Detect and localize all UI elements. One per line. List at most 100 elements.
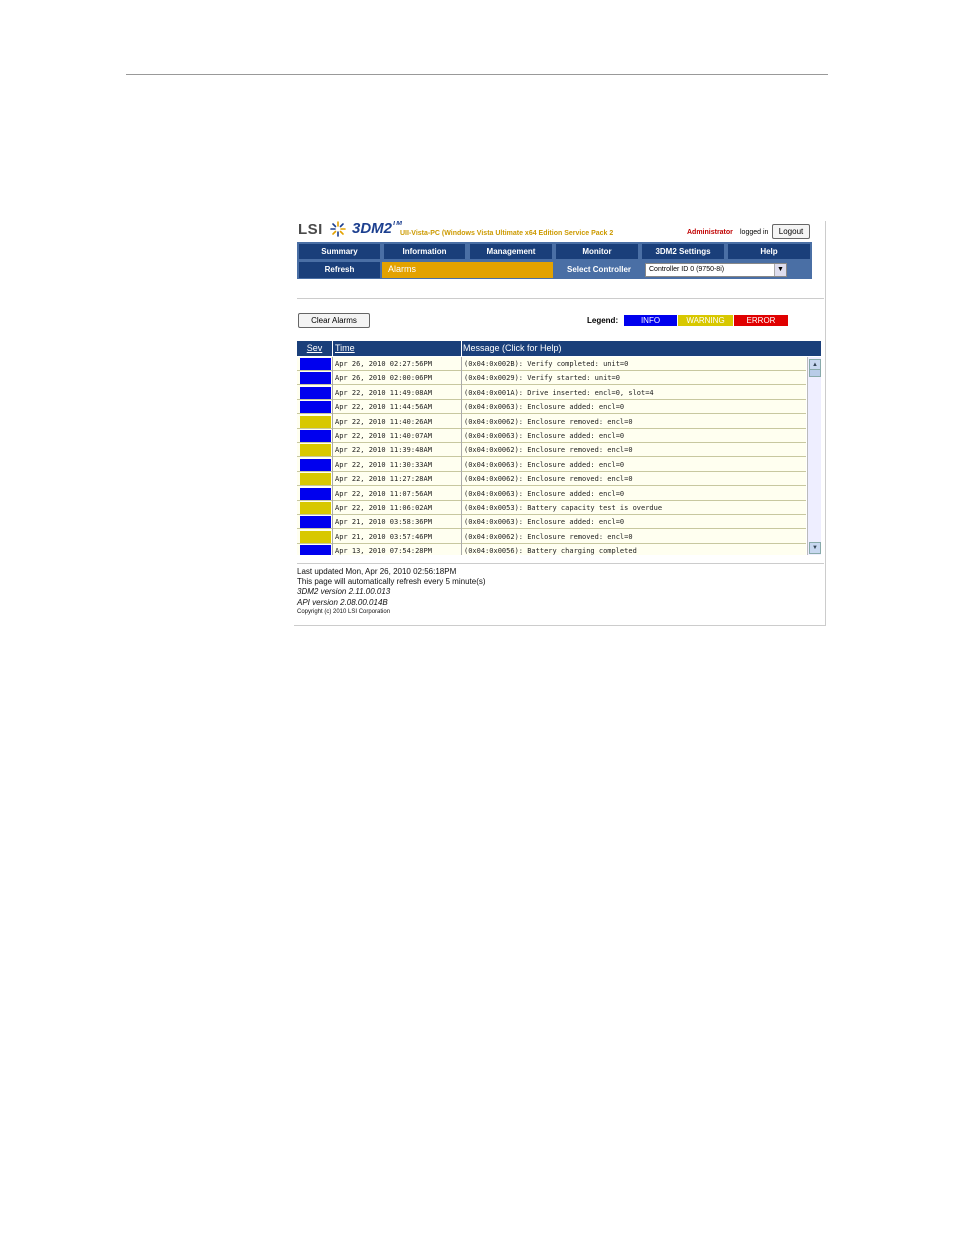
- refresh-button[interactable]: Refresh: [299, 262, 380, 278]
- scroll-thumb[interactable]: [809, 369, 821, 377]
- alarm-time: Apr 22, 2010 11:30:33AM: [335, 460, 432, 469]
- alarm-message-link[interactable]: (0x04:0x0062): Enclosure removed: encl=0: [464, 530, 633, 544]
- severity-indicator: [300, 444, 331, 457]
- alarm-message-link[interactable]: (0x04:0x0029): Verify started: unit=0: [464, 371, 620, 385]
- alarms-table: Sev Time Message (Click for Help) Apr 13…: [297, 341, 821, 555]
- chevron-down-icon[interactable]: ▼: [774, 264, 786, 276]
- table-row[interactable]: Apr 13, 2010 07:54:28PM (0x04:0x0056): Ba…: [297, 544, 806, 555]
- last-updated: Last updated Mon, Apr 26, 2010 02:56:18P…: [297, 567, 457, 576]
- sort-sev-link[interactable]: Sev: [307, 343, 323, 353]
- table-row[interactable]: Apr 22, 2010 11:44:56AM (0x04:0x0063): En…: [297, 400, 806, 415]
- table-row[interactable]: Apr 22, 2010 11:40:07AM (0x04:0x0063): En…: [297, 429, 806, 443]
- legend-info: INFO: [624, 315, 677, 326]
- alarm-time: Apr 26, 2010 02:00:06PM: [335, 374, 432, 383]
- severity-indicator: [300, 372, 331, 385]
- alarm-message-link[interactable]: (0x04:0x002B): Verify completed: unit=0: [464, 357, 628, 371]
- alarm-message-link[interactable]: (0x04:0x0063): Enclosure added: encl=0: [464, 429, 624, 443]
- severity-indicator: [300, 530, 331, 543]
- severity-indicator: [300, 502, 331, 514]
- header-time[interactable]: Time: [333, 341, 461, 356]
- alarm-time: Apr 21, 2010 03:57:46PM: [335, 532, 432, 541]
- alarm-message-link[interactable]: (0x04:0x0062): Enclosure removed: encl=0: [464, 415, 633, 429]
- severity-indicator: [300, 430, 331, 442]
- table-row[interactable]: Apr 22, 2010 11:39:48AM (0x04:0x0062): En…: [297, 443, 806, 458]
- alarm-time: Apr 13, 2010 07:54:28PM: [335, 547, 432, 555]
- alarm-time: Apr 21, 2010 03:58:36PM: [335, 518, 432, 527]
- severity-indicator: [300, 473, 331, 486]
- product-name: 3DM2: [352, 221, 393, 237]
- alarm-message-link[interactable]: (0x04:0x0056): Battery charging complete…: [464, 544, 637, 555]
- sort-time-link[interactable]: Time: [335, 343, 355, 353]
- severity-indicator: [300, 415, 331, 428]
- alarm-message-link[interactable]: (0x04:0x0053): Battery capacity test is …: [464, 501, 662, 515]
- severity-indicator: [300, 545, 331, 555]
- alarm-message-link[interactable]: (0x04:0x0063): Enclosure added: encl=0: [464, 487, 624, 501]
- header-sev[interactable]: Sev: [297, 341, 332, 356]
- product-logo: 3DM2TM: [352, 221, 402, 237]
- severity-indicator: [300, 401, 331, 414]
- nav-3dm2-settings[interactable]: 3DM2 Settings: [642, 244, 724, 259]
- table-row[interactable]: Apr 21, 2010 03:58:36PM (0x04:0x0063): En…: [297, 515, 806, 530]
- scrollbar[interactable]: ▲ ▼: [807, 357, 821, 555]
- nav-monitor[interactable]: Monitor: [556, 244, 638, 259]
- severity-indicator: [300, 458, 331, 471]
- alarm-message-link[interactable]: (0x04:0x001A): Drive inserted: encl=0, s…: [464, 386, 654, 400]
- table-row[interactable]: Apr 26, 2010 02:00:06PM (0x04:0x0029): Ve…: [297, 371, 806, 386]
- host-label: UII-Vista-PC (Windows Vista Ultimate x64…: [400, 230, 614, 237]
- controller-select-value: Controller ID 0 (9750-8i): [649, 266, 725, 273]
- alarms-rows: Apr 13, 2010 07:54:28PM (0x04:0x0056): Ba…: [297, 357, 806, 555]
- alarm-message-link[interactable]: (0x04:0x0063): Enclosure added: encl=0: [464, 400, 624, 414]
- header: LSI 3DM2TM UII-Vista-PC (Windows Vista U…: [294, 221, 825, 243]
- table-row[interactable]: Apr 22, 2010 11:27:28AM (0x04:0x0062): En…: [297, 472, 806, 487]
- severity-indicator: [300, 358, 331, 370]
- divider: [297, 298, 824, 299]
- refresh-note: This page will automatically refresh eve…: [297, 577, 486, 586]
- alarm-message-link[interactable]: (0x04:0x0062): Enclosure removed: encl=0: [464, 443, 633, 457]
- brand-logo: LSI: [298, 221, 323, 238]
- table-row[interactable]: Apr 22, 2010 11:30:33AM (0x04:0x0063): En…: [297, 458, 806, 472]
- footer-divider: [297, 563, 824, 564]
- nav-summary[interactable]: Summary: [299, 244, 380, 259]
- logout-button[interactable]: Logout: [772, 224, 810, 239]
- nav-management[interactable]: Management: [470, 244, 552, 259]
- alarm-time: Apr 22, 2010 11:40:07AM: [335, 432, 432, 440]
- logged-in-label: logged in: [740, 229, 769, 236]
- alarm-time: Apr 22, 2010 11:40:26AM: [335, 417, 432, 426]
- alarm-time: Apr 22, 2010 11:49:08AM: [335, 388, 432, 397]
- alarm-message-link[interactable]: (0x04:0x0063): Enclosure added: encl=0: [464, 458, 624, 472]
- table-row[interactable]: Apr 22, 2010 11:06:02AM (0x04:0x0053): Ba…: [297, 501, 806, 515]
- scroll-down-icon[interactable]: ▼: [809, 542, 821, 554]
- alarm-time: Apr 22, 2010 11:39:48AM: [335, 446, 432, 455]
- table-row[interactable]: Apr 22, 2010 11:07:56AM (0x04:0x0063): En…: [297, 487, 806, 501]
- app-window: LSI 3DM2TM UII-Vista-PC (Windows Vista U…: [294, 221, 826, 626]
- trademark: TM: [392, 221, 403, 227]
- copyright: Copyright (c) 2010 LSI Corporation: [297, 609, 391, 615]
- alarm-time: Apr 22, 2010 11:07:56AM: [335, 489, 432, 498]
- app-version: 3DM2 version 2.11.00.013: [297, 587, 391, 596]
- nav-help[interactable]: Help: [728, 244, 810, 259]
- alarm-message-link[interactable]: (0x04:0x0063): Enclosure added: encl=0: [464, 515, 624, 529]
- main-nav: Summary Information Management Monitor 3…: [297, 242, 812, 279]
- table-row[interactable]: Apr 26, 2010 02:27:56PM (0x04:0x002B): Ve…: [297, 357, 806, 371]
- alarm-time: Apr 22, 2010 11:27:28AM: [335, 475, 432, 484]
- alarm-time: Apr 22, 2010 11:06:02AM: [335, 504, 432, 512]
- clear-alarms-button[interactable]: Clear Alarms: [298, 313, 370, 328]
- legend-error: ERROR: [734, 315, 788, 326]
- user-name: Administrator: [687, 229, 733, 236]
- table-row[interactable]: Apr 22, 2010 11:49:08AM (0x04:0x001A): Dr…: [297, 386, 806, 400]
- api-version: API version 2.08.00.014B: [297, 598, 388, 607]
- nav-information[interactable]: Information: [384, 244, 465, 259]
- select-controller-label: Select Controller: [566, 265, 631, 274]
- page-top-rule: [126, 74, 828, 75]
- controller-select[interactable]: Controller ID 0 (9750-8i) ▼: [645, 263, 787, 277]
- column-divider: [461, 357, 462, 555]
- alarm-message-link[interactable]: (0x04:0x0062): Enclosure removed: encl=0: [464, 472, 633, 486]
- legend-warning: WARNING: [678, 315, 733, 326]
- alarm-time: Apr 22, 2010 11:44:56AM: [335, 403, 432, 412]
- severity-indicator: [300, 386, 331, 399]
- lsi-star-icon: [330, 221, 346, 237]
- severity-indicator: [300, 516, 331, 529]
- tab-alarms[interactable]: Alarms: [382, 262, 553, 278]
- table-row[interactable]: Apr 22, 2010 11:40:26AM (0x04:0x0062): En…: [297, 415, 806, 429]
- table-row[interactable]: Apr 21, 2010 03:57:46PM (0x04:0x0062): En…: [297, 530, 806, 544]
